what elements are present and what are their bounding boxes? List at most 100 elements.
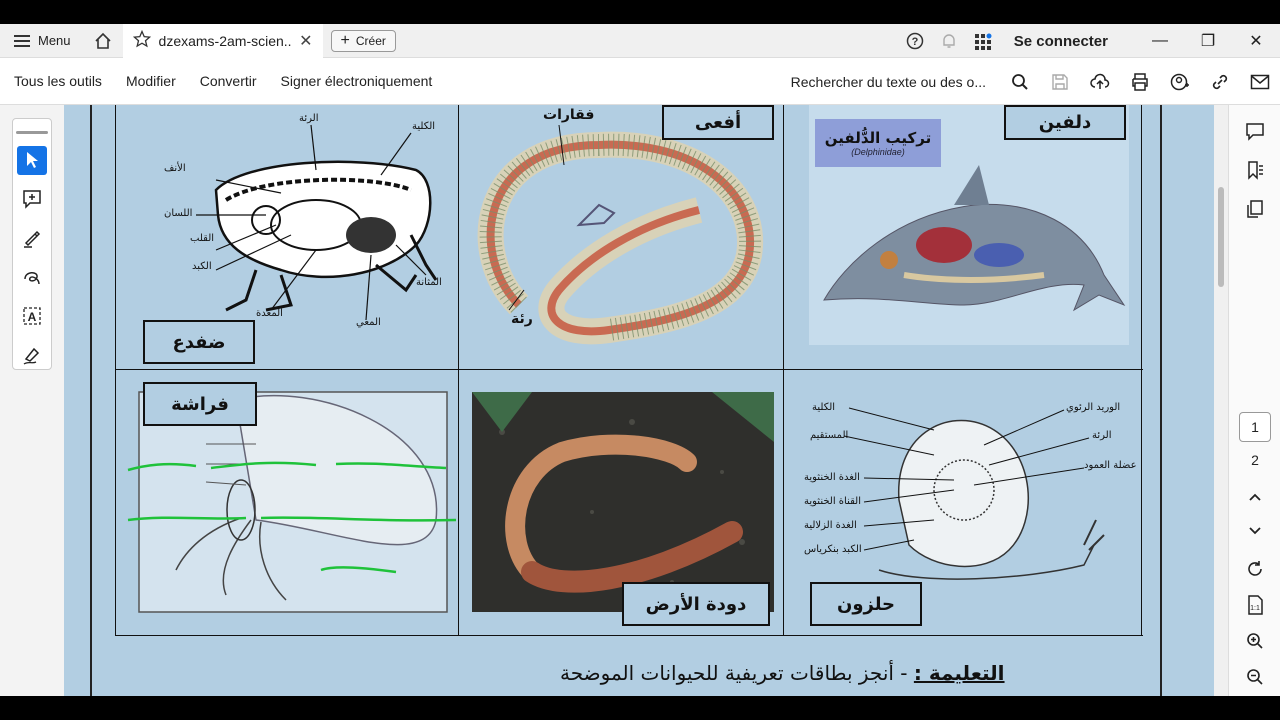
- earthworm-photo: [472, 392, 774, 612]
- cell-snail: الكلية المستقيم الغدة الخنثوية القناة ال…: [784, 370, 1143, 636]
- tab-title: dzexams-2am-scien...: [158, 32, 292, 49]
- pages-icon[interactable]: [1243, 197, 1267, 221]
- edit-link[interactable]: Modifier: [126, 73, 176, 89]
- animals-grid: الرئة الكلية الأنف اللسان القلب الكبد ال…: [115, 105, 1143, 636]
- dolphin-structure-title: تركيب الدُّلفين: [824, 129, 932, 147]
- hamburger-icon: [14, 34, 30, 47]
- snail-hermaphrodite-gland-label: الغدة الخنثوية: [804, 472, 860, 483]
- vertebrae-label: فقارات: [543, 107, 595, 123]
- frog-bladder-label: المثانة: [416, 277, 442, 288]
- all-tools-link[interactable]: Tous les outils: [14, 73, 102, 89]
- apps-grid-icon[interactable]: [966, 32, 1000, 50]
- select-cursor-icon[interactable]: [17, 145, 47, 175]
- close-tab-icon[interactable]: ✕: [299, 31, 312, 51]
- plus-icon: +: [340, 31, 350, 49]
- cell-dolphin: تركيب الدُّلفين (Delphinidae) دلفين: [784, 105, 1143, 370]
- svg-text:?: ?: [911, 36, 918, 48]
- cell-earthworm: دودة الأرض: [459, 370, 784, 636]
- viper-title: أفعى: [662, 105, 774, 140]
- tab-bar: Menu dzexams-2am-scien... ✕ + Créer ? Se…: [0, 23, 1280, 58]
- mail-icon[interactable]: [1240, 74, 1280, 90]
- snail-title: حلزون: [810, 582, 922, 626]
- frog-title: ضفدع: [143, 320, 255, 364]
- annotation-toolbar: A: [12, 118, 52, 370]
- vertical-scrollbar[interactable]: [1214, 105, 1228, 696]
- sign-link[interactable]: Signer électroniquement: [281, 73, 433, 89]
- save-icon[interactable]: [1040, 73, 1080, 91]
- scroll-thumb[interactable]: [1218, 187, 1224, 287]
- print-icon[interactable]: [1120, 72, 1160, 91]
- snail-rectum-label: المستقيم: [810, 430, 849, 441]
- upload-cloud-icon[interactable]: [1080, 73, 1120, 91]
- convert-link[interactable]: Convertir: [200, 73, 257, 89]
- page-1-button[interactable]: 1: [1239, 412, 1271, 442]
- cell-frog: الرئة الكلية الأنف اللسان القلب الكبد ال…: [116, 105, 459, 370]
- drag-handle[interactable]: [16, 131, 48, 134]
- freehand-draw-icon[interactable]: [17, 262, 47, 291]
- chevron-up-icon[interactable]: [1243, 485, 1267, 509]
- cell-viper: فقارات رئة أفعى: [459, 105, 784, 370]
- svg-text:1:1: 1:1: [1250, 605, 1260, 612]
- frog-lung-label: الرئة: [299, 113, 319, 124]
- frog-kidney-label: الكلية: [412, 121, 436, 132]
- highlight-pen-icon[interactable]: [17, 224, 47, 253]
- zoom-in-icon[interactable]: [1243, 629, 1267, 653]
- bell-icon[interactable]: [932, 32, 966, 50]
- text-box-icon[interactable]: A: [17, 301, 47, 330]
- frog-stomach-label: المعدة: [256, 308, 283, 319]
- dolphin-latin-name: (Delphinidae): [851, 147, 905, 157]
- instruction-dash: -: [893, 661, 908, 685]
- dolphin-structure-box: تركيب الدُّلفين (Delphinidae): [815, 119, 941, 167]
- fit-page-icon[interactable]: 1:1: [1243, 593, 1267, 617]
- toolbar-right: Rechercher du texte ou des o...: [791, 58, 1280, 105]
- bookmarks-icon[interactable]: [1243, 158, 1267, 182]
- snail-pulmonary-vein-label: الوريد الرئوي: [1066, 402, 1121, 413]
- signin-link[interactable]: Se connecter: [1014, 33, 1108, 50]
- top-black-bar: [0, 0, 1280, 24]
- home-icon[interactable]: [93, 31, 113, 51]
- dolphin-title: دلفين: [1004, 105, 1126, 140]
- frog-nose-label: الأنف: [164, 163, 186, 174]
- snail-lung-label: الرئة: [1092, 430, 1112, 441]
- document-page: الرئة الكلية الأنف اللسان القلب الكبد ال…: [64, 105, 1214, 696]
- chevron-down-icon[interactable]: [1243, 519, 1267, 543]
- menu-label: Menu: [38, 33, 71, 48]
- help-icon[interactable]: ?: [898, 32, 932, 50]
- earthworm-image: [472, 392, 774, 612]
- refresh-icon[interactable]: [1243, 557, 1267, 581]
- butterfly-title: فراشة: [143, 382, 257, 426]
- star-icon[interactable]: [132, 29, 151, 51]
- snail-hermaphrodite-duct-label: القناة الخنثوية: [804, 496, 861, 507]
- earthworm-title: دودة الأرض: [622, 582, 770, 626]
- minimize-icon[interactable]: —: [1136, 32, 1184, 50]
- close-window-icon[interactable]: ✕: [1232, 31, 1280, 51]
- frog-liver-label: الكبد: [192, 261, 212, 272]
- bottom-black-bar: [0, 696, 1280, 720]
- menu-button[interactable]: Menu: [14, 33, 71, 48]
- tabbar-right: ? Se connecter — ❐ ✕: [898, 24, 1280, 58]
- svg-text:A: A: [28, 310, 37, 324]
- page-2-button[interactable]: 2: [1239, 445, 1271, 475]
- search-icon[interactable]: [1000, 73, 1040, 91]
- comments-icon[interactable]: [1243, 119, 1267, 143]
- instruction-text: أنجز بطاقات تعريفية للحيوانات الموضحة: [560, 661, 894, 685]
- zoom-out-icon[interactable]: [1243, 665, 1267, 689]
- search-text[interactable]: Rechercher du texte ou des o...: [791, 74, 986, 90]
- snail-columella-muscle-label: عضلة العمود: [1084, 460, 1137, 471]
- add-comment-icon[interactable]: [17, 185, 47, 214]
- document-tab[interactable]: dzexams-2am-scien... ✕: [122, 23, 323, 58]
- restore-icon[interactable]: ❐: [1184, 31, 1232, 51]
- sign-pen-icon[interactable]: [17, 340, 47, 369]
- snail-kidney-label: الكلية: [812, 402, 836, 413]
- viper-lung-label: رئة: [511, 311, 533, 327]
- frog-heart-label: القلب: [190, 233, 215, 244]
- create-button[interactable]: + Créer: [330, 29, 396, 52]
- snail-albumen-gland-label: الغدة الزلالية: [804, 520, 857, 531]
- instruction-line: التعليمة : - أنجز بطاقات تعريفية للحيوان…: [560, 661, 1005, 685]
- share-user-icon[interactable]: [1160, 73, 1200, 91]
- toolbar: Tous les outils Modifier Convertir Signe…: [0, 58, 1280, 105]
- link-icon[interactable]: [1200, 73, 1240, 91]
- workspace: A الرئة الكلية الأنف اللسان القلب الكبد …: [0, 105, 1280, 696]
- right-panel: 1 2 1:1: [1228, 105, 1280, 696]
- frog-tongue-label: اللسان: [164, 208, 193, 219]
